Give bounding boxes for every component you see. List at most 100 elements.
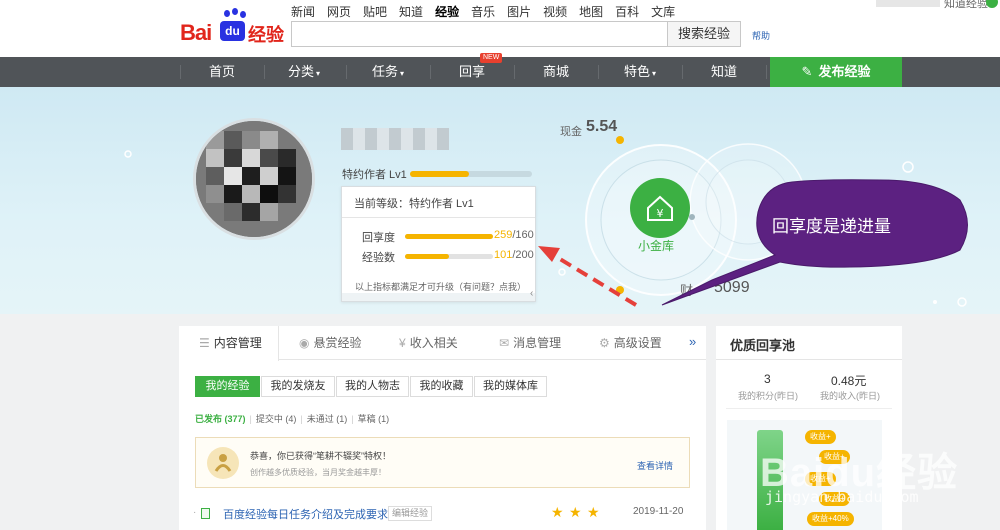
nav-separator (766, 65, 767, 79)
nav-item-label: 商城 (542, 64, 569, 79)
tab-label: 内容管理 (213, 336, 262, 350)
chevron-left-icon[interactable]: ‹ (530, 288, 533, 299)
logo-du: du (220, 21, 245, 41)
nav-item[interactable]: 首页 (180, 57, 264, 87)
document-icon (201, 508, 210, 519)
article-row: · 百度经验每日任务介绍及完成要求 编辑经验 ★ ★ ★ 2019-11-20 (193, 504, 691, 522)
top-header: Bai du 经验 新闻 网页 贴吧 知道 经验 音乐 图片 视频 地图 百科 文库 搜索经验 帮助… (0, 0, 1000, 57)
product-link[interactable]: 音乐 (471, 3, 495, 20)
vault-icon[interactable]: ¥ (630, 178, 690, 238)
product-link[interactable]: 百科 (615, 3, 639, 20)
award-medal-icon (207, 447, 239, 479)
user-avatar[interactable] (193, 118, 315, 240)
help-link[interactable]: 帮助 (752, 29, 770, 42)
level-progress-fill (410, 171, 469, 177)
nav-item[interactable]: 特色 ▾ (598, 57, 682, 87)
filter-separator: | (300, 414, 303, 424)
search-input[interactable] (291, 21, 668, 47)
panel-footer (342, 293, 535, 301)
product-link[interactable]: 新闻 (291, 3, 315, 20)
tab-3[interactable]: ✉ 消息管理 (479, 326, 579, 360)
watermark-url: jingyan.baidu.com (765, 488, 919, 506)
article-title-link[interactable]: 百度经验每日任务介绍及完成要求 (223, 506, 388, 522)
tab-label: 悬赏经验 (313, 336, 362, 350)
vault-label[interactable]: 小金库 (638, 237, 674, 254)
product-link[interactable]: 图片 (507, 3, 531, 20)
author-level: 特约作者 Lv1 (342, 169, 407, 181)
publish-label: 发布经验 (818, 64, 871, 79)
award-title: 恭喜，你已获得“笔耕不辍奖”特权！ (250, 451, 391, 461)
metric-value-jingyan: 101/200 (494, 249, 534, 261)
filter-submitting[interactable]: 提交中 (4) (256, 414, 297, 424)
list-icon: ☰ (199, 336, 210, 350)
income-label: 我的收入(昨日) (820, 391, 880, 401)
product-link[interactable]: 文库 (651, 3, 675, 20)
nav-item[interactable]: 知道 (682, 57, 766, 87)
star-icon: ★ (587, 504, 600, 520)
award-notice: 恭喜，你已获得“笔耕不辍奖”特权！ 创作越多优质经验，当月奖金越丰厚！ 查看详情 (195, 437, 690, 488)
tab-4[interactable]: ⚙ 高级设置 (579, 326, 679, 360)
content-tabs: ☰ 内容管理 ◉ 悬赏经验 ¥ 收入相关 ✉ 消息管理 ⚙ 高级设置» (179, 326, 706, 361)
subtab-4[interactable]: 我的媒体库 (474, 376, 547, 397)
product-link[interactable]: 贴吧 (363, 3, 387, 20)
product-link[interactable]: 经验 (435, 3, 459, 20)
nav-item[interactable]: 任务 ▾ (346, 57, 430, 87)
logo-jingyan: 经验 (248, 25, 284, 46)
gear-icon: ⚙ (599, 336, 610, 350)
nav-item-label: 任务 (371, 64, 398, 79)
filter-separator: | (351, 414, 354, 424)
filter-rejected[interactable]: 未通过 (1) (307, 414, 348, 424)
user-menu[interactable]: 知道经验 (944, 0, 988, 11)
product-link[interactable]: 知道 (399, 3, 423, 20)
reward-pool-title: 优质回享池 (730, 338, 796, 353)
nav-item[interactable]: 分类 ▾ (262, 57, 346, 87)
nav-item-label: 特色 (623, 64, 650, 79)
filter-published[interactable]: 已发布 (377) (195, 414, 246, 424)
paw-dot (240, 11, 246, 18)
tab-0[interactable]: ☰ 内容管理 (179, 326, 279, 361)
current-level: 当前等级：特约作者 Lv1 (354, 198, 474, 210)
pen-icon: ✎ (801, 64, 813, 79)
income-value: 0.48元 (831, 374, 867, 388)
points-label: 我的积分(昨日) (738, 391, 798, 401)
filter-drafts[interactable]: 草稿 (1) (358, 414, 390, 424)
paw-dot (224, 10, 230, 17)
level-progress-bar (410, 171, 532, 177)
username-mosaic (341, 128, 449, 150)
article-date: 2019-11-20 (633, 506, 684, 517)
edit-article-button[interactable]: 编辑经验 (388, 506, 433, 521)
subtab-0[interactable]: 我的经验 (195, 376, 260, 397)
tabs-more-button[interactable]: » (689, 334, 696, 349)
tab-2[interactable]: ¥ 收入相关 (379, 326, 479, 360)
svg-text:¥: ¥ (657, 207, 664, 220)
avatar-pixels (196, 121, 312, 237)
yen-icon: ¥ (399, 336, 406, 350)
points-value: 3 (764, 372, 771, 386)
panel-divider (342, 217, 535, 218)
content-management-card: ☰ 内容管理 ◉ 悬赏经验 ¥ 收入相关 ✉ 消息管理 ⚙ 高级设置» (179, 326, 706, 530)
tab-label: 收入相关 (409, 336, 458, 350)
nav-item-label: 知道 (710, 64, 737, 79)
new-badge: NEW (480, 53, 503, 63)
subtab-1[interactable]: 我的发烧友 (261, 376, 335, 397)
upgrade-note[interactable]: 以上指标都满足才可升级（有问题？点我） (355, 280, 526, 293)
subtab-2[interactable]: 我的人物志 (336, 376, 409, 397)
caret-down-icon: ▾ (400, 69, 405, 78)
level-panel: 当前等级：特约作者 Lv1 回享度 259/160 经验数 101/200 以上… (341, 186, 536, 302)
product-link[interactable]: 视频 (543, 3, 567, 20)
metric-bar-jingyan (405, 254, 493, 259)
nav-item[interactable]: 商城 (514, 57, 598, 87)
product-link[interactable]: 网页 (327, 3, 351, 20)
award-details-link[interactable]: 查看详情 (637, 459, 673, 472)
publish-button[interactable]: ✎ 发布经验 (770, 57, 902, 87)
treasure-value: 5099 (714, 279, 750, 296)
tab-1[interactable]: ◉ 悬赏经验 (279, 326, 379, 360)
cash-value: 5.54 (586, 118, 618, 135)
baidu-jingyan-logo[interactable]: Bai du 经验 (180, 8, 285, 46)
coin-icon: ◉ (299, 336, 310, 350)
search-button[interactable]: 搜索经验 (667, 21, 741, 47)
product-link[interactable]: 地图 (579, 3, 603, 20)
subtab-3[interactable]: 我的收藏 (410, 376, 473, 397)
mail-icon: ✉ (499, 336, 510, 350)
tab-label: 高级设置 (613, 336, 662, 350)
